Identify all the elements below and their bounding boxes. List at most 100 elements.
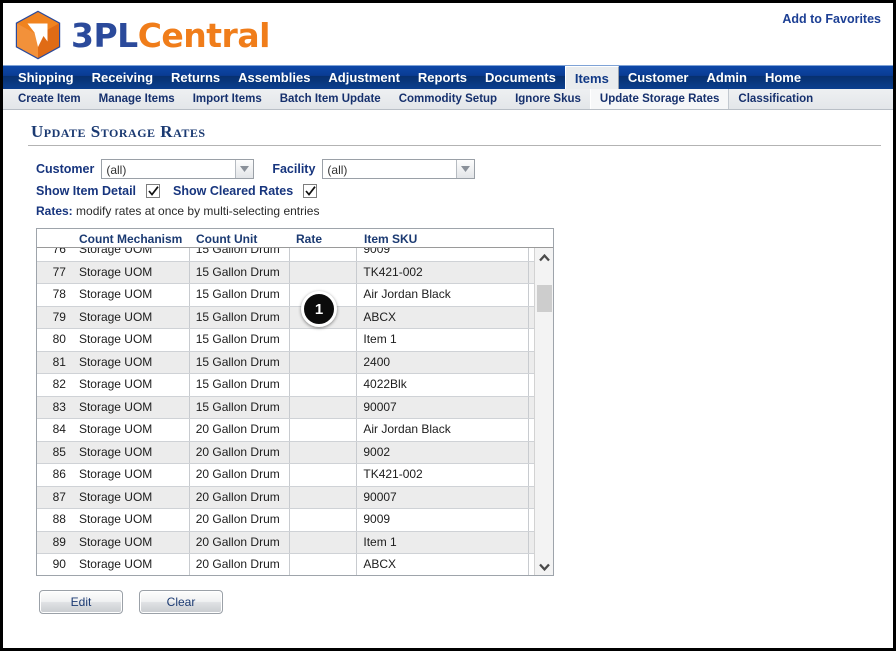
table-row[interactable]: 76 Storage UOM 15 Gallon Drum 9009 [37, 248, 535, 262]
cell-unit: 20 Gallon Drum [190, 464, 290, 486]
cell-unit: 20 Gallon Drum [190, 419, 290, 441]
nav-item-customer[interactable]: Customer [619, 66, 698, 89]
table-row[interactable]: 83 Storage UOM 15 Gallon Drum 90007 [37, 396, 535, 419]
page-header: 3PLCentral Add to Favorites [3, 3, 893, 65]
show-item-detail-checkbox[interactable] [146, 184, 161, 198]
cell-unit: 20 Gallon Drum [190, 509, 290, 531]
subnav-item-classification[interactable]: Classification [729, 89, 822, 109]
cell-sku: ABCX [357, 306, 529, 328]
nav-item-items[interactable]: Items [564, 66, 619, 89]
chevron-down-icon[interactable] [235, 160, 254, 178]
table-row[interactable]: 77 Storage UOM 15 Gallon Drum TK421-002 [37, 261, 535, 284]
cell-idx: 81 [52, 354, 66, 369]
table-row[interactable]: 87 Storage UOM 20 Gallon Drum 90007 [37, 486, 535, 509]
nav-item-home[interactable]: Home [756, 66, 810, 89]
cell-unit: 20 Gallon Drum [190, 554, 290, 575]
subnav-item-batch-item-update[interactable]: Batch Item Update [271, 89, 390, 109]
rates-hint-strong: Rates: [36, 204, 73, 218]
title-divider [28, 145, 881, 146]
subnav-item-manage-items[interactable]: Manage Items [90, 89, 184, 109]
chevron-down-icon[interactable] [456, 160, 475, 178]
nav-item-shipping[interactable]: Shipping [9, 66, 83, 89]
nav-item-admin[interactable]: Admin [698, 66, 756, 89]
customer-select[interactable]: (all) [101, 159, 255, 179]
cell-sku: TK421-002 [357, 464, 529, 486]
rates-hint-text: modify rates at once by multi-selecting … [72, 204, 320, 218]
cell-idx: 79 [52, 309, 66, 324]
scrollbar-thumb[interactable] [537, 285, 552, 312]
table-row[interactable]: 81 Storage UOM 15 Gallon Drum 2400 [37, 351, 535, 374]
add-to-favorites-link[interactable]: Add to Favorites [782, 12, 881, 26]
cell-sku: 9002 [357, 441, 529, 463]
cell-idx: 78 [52, 287, 66, 301]
grid-column-header-index[interactable] [37, 246, 73, 247]
nav-item-documents[interactable]: Documents [476, 66, 565, 89]
subnav-item-update-storage-rates[interactable]: Update Storage Rates [589, 89, 730, 109]
cell-mechanism: Storage UOM [73, 351, 190, 373]
annotation-badge-1: 1 [301, 291, 337, 327]
cell-rate [290, 509, 358, 531]
grid-column-header-rate[interactable]: Rate [290, 232, 358, 247]
check-icon [147, 186, 159, 196]
grid-viewport: 76 Storage UOM 15 Gallon Drum 9009 77 Storage… [37, 248, 535, 575]
subnav-item-import-items[interactable]: Import Items [184, 89, 271, 109]
nav-item-reports[interactable]: Reports [409, 66, 476, 89]
logo-text-central: Central [137, 15, 271, 55]
nav-item-returns[interactable]: Returns [162, 66, 229, 89]
cell-mechanism: Storage UOM [73, 261, 190, 283]
nav-item-receiving[interactable]: Receiving [83, 66, 162, 89]
cell-rate [290, 374, 358, 396]
main-navigation: Shipping Receiving Returns Assemblies Adjust… [3, 65, 893, 89]
subnav-item-commodity-setup[interactable]: Commodity Setup [390, 89, 506, 109]
grid-vertical-scrollbar[interactable] [534, 248, 553, 575]
table-row[interactable]: 80 Storage UOM 15 Gallon Drum Item 1 [37, 329, 535, 352]
table-row[interactable]: 78 Storage UOM 15 Gallon Drum Air Jordan Bl… [37, 284, 535, 307]
cell-rate [290, 419, 358, 441]
cell-mechanism: Storage UOM [73, 284, 190, 306]
cell-mechanism: Storage UOM [73, 374, 190, 396]
clear-button[interactable]: Clear [139, 590, 223, 614]
cell-idx: 77 [52, 264, 66, 279]
table-row[interactable]: 86 Storage UOM 20 Gallon Drum TK421-002 [37, 464, 535, 487]
table-row[interactable]: 89 Storage UOM 20 Gallon Drum Item 1 [37, 531, 535, 554]
cell-mechanism: Storage UOM [73, 306, 190, 328]
cell-unit: 15 Gallon Drum [190, 248, 290, 261]
table-row[interactable]: 90 Storage UOM 20 Gallon Drum ABCX [37, 554, 535, 575]
cell-unit: 20 Gallon Drum [190, 441, 290, 463]
cell-mechanism: Storage UOM [73, 396, 190, 418]
cell-rate [290, 261, 358, 283]
scroll-up-arrow-icon[interactable] [535, 248, 553, 267]
cell-rate [290, 531, 358, 553]
facility-select[interactable]: (all) [322, 159, 476, 179]
table-row[interactable]: 88 Storage UOM 20 Gallon Drum 9009 [37, 509, 535, 532]
sub-navigation: Create Item Manage Items Import Items Batch… [3, 89, 893, 110]
table-row[interactable]: 82 Storage UOM 15 Gallon Drum 4022Blk [37, 374, 535, 397]
nav-item-adjustment[interactable]: Adjustment [319, 66, 409, 89]
table-row[interactable]: 79 Storage UOM 15 Gallon Drum ABCX [37, 306, 535, 329]
table-row[interactable]: 85 Storage UOM 20 Gallon Drum 9002 [37, 441, 535, 464]
table-row[interactable]: 84 Storage UOM 20 Gallon Drum Air Jordan Bl… [37, 419, 535, 442]
nav-item-assemblies[interactable]: Assemblies [229, 66, 319, 89]
cell-mechanism: Storage UOM [73, 531, 190, 553]
cell-idx: 84 [52, 422, 66, 436]
grid-column-header-count-mechanism[interactable]: Count Mechanism [73, 232, 190, 247]
cell-rate [290, 464, 358, 486]
brand-logo[interactable]: 3PLCentral [14, 10, 270, 60]
edit-button[interactable]: Edit [39, 590, 123, 614]
cell-idx: 86 [52, 467, 66, 481]
scroll-down-arrow-icon[interactable] [535, 557, 553, 575]
cell-sku: 90007 [357, 396, 529, 418]
cell-sku: TK421-002 [357, 261, 529, 283]
grid-column-header-count-unit[interactable]: Count Unit [190, 232, 290, 247]
subnav-item-create-item[interactable]: Create Item [9, 89, 90, 109]
cell-sku: Item 1 [357, 531, 529, 553]
grid-column-header-item-sku[interactable]: Item SKU [358, 232, 530, 247]
cell-sku: 4022Blk [357, 374, 529, 396]
cell-idx: 83 [52, 399, 66, 414]
check-icon [305, 186, 316, 196]
show-cleared-rates-checkbox[interactable] [303, 184, 318, 198]
cell-mechanism: Storage UOM [73, 509, 190, 531]
subnav-item-ignore-skus[interactable]: Ignore Skus [506, 89, 590, 109]
cell-rate [290, 441, 358, 463]
customer-label: Customer [36, 162, 95, 176]
